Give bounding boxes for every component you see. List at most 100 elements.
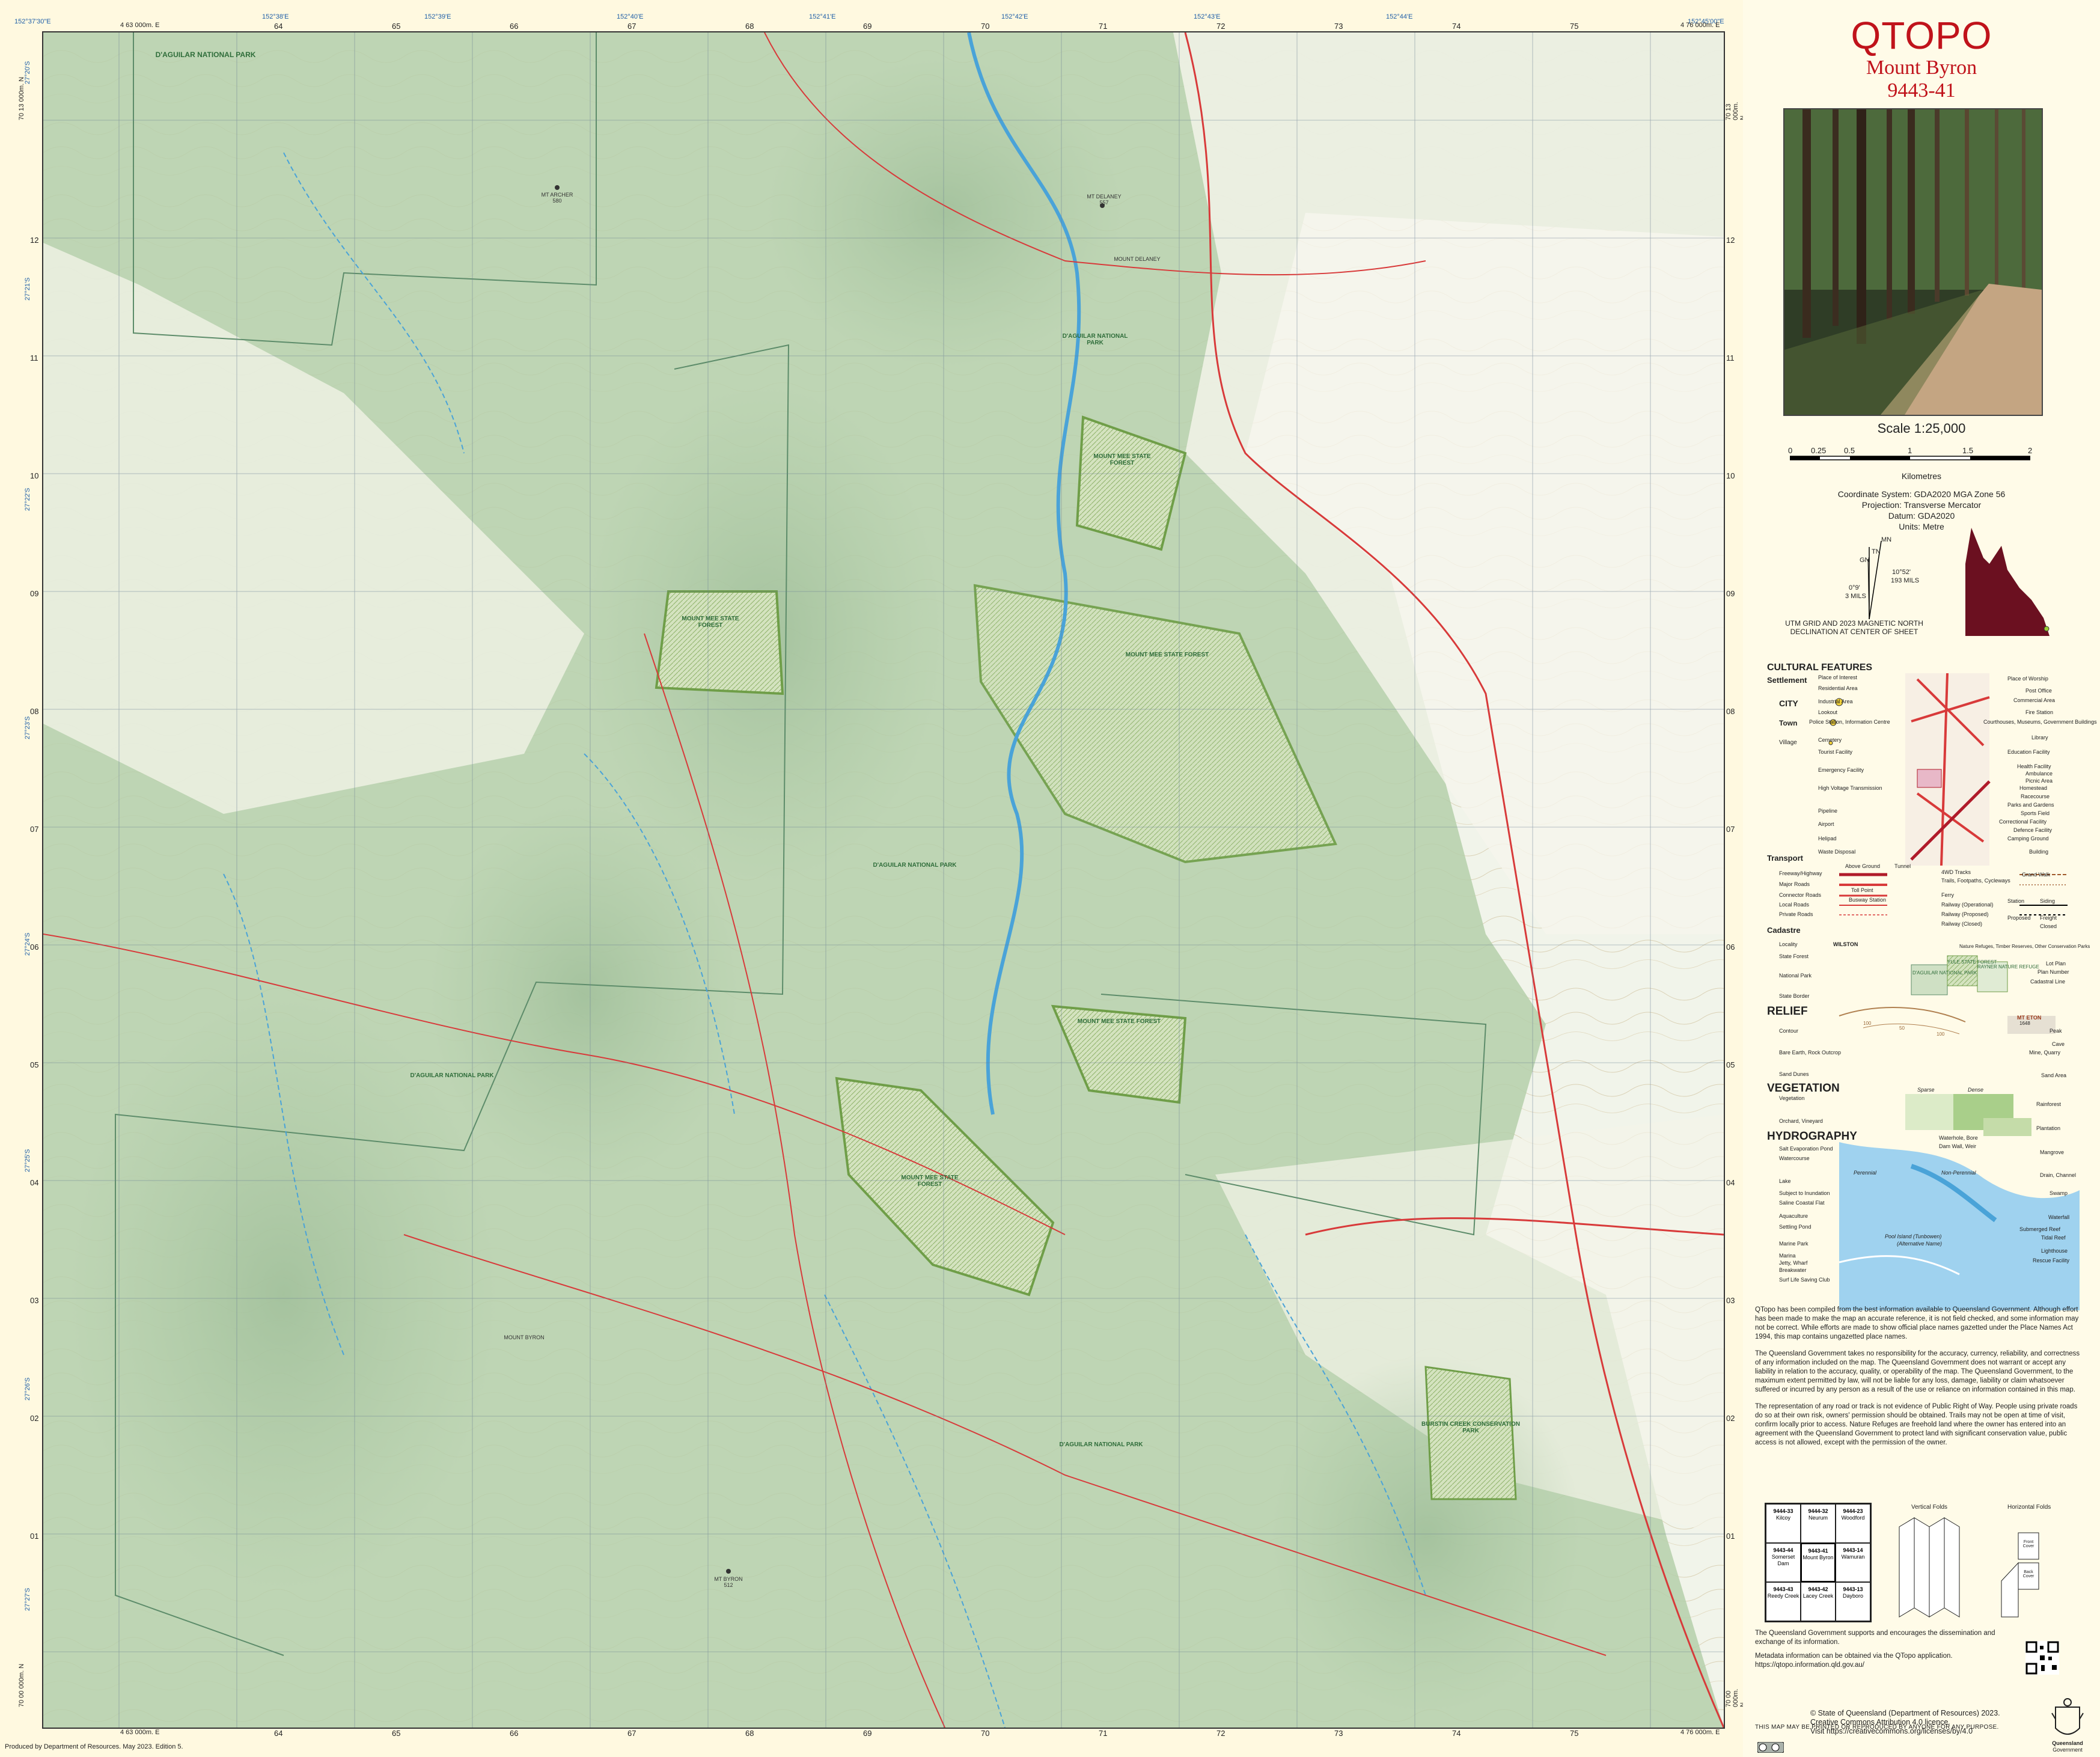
cadastre-3: State Border [1779, 993, 1810, 999]
sheet-num: 9444-23 [1843, 1508, 1863, 1514]
legend-relief: RELIEF [1767, 1005, 1808, 1018]
legend-vegetation: VEGETATION [1767, 1082, 1840, 1095]
map-frame[interactable]: D'AGUILAR NATIONAL PARK MT ARCHER 580 MT … [42, 31, 1725, 1729]
northing-bottom-left: 70 00 000m. N [18, 1663, 25, 1707]
relief-right-2: Mine, Quarry [2029, 1050, 2061, 1056]
datum: Datum: GDA2020 [1888, 511, 1955, 521]
scale-tick-025: 0.25 [1811, 446, 1827, 455]
mt-delaney-name: MT DELANEY [1087, 194, 1122, 200]
transport-3: Local Roads [1779, 902, 1810, 908]
qr-code-icon[interactable] [2025, 1641, 2059, 1675]
adjoining-sheet[interactable]: 9443-44 Somerset Dam [1766, 1543, 1801, 1582]
cadastre-right-1: Lot Plan [2046, 961, 2066, 967]
northing-02-left: 02 [30, 1414, 39, 1423]
legend-left-1: Residential Area [1818, 685, 1858, 691]
hydro-4: Saline Coastal Flat [1779, 1200, 1825, 1206]
crest-line-1: Queensland [2052, 1740, 2083, 1746]
northing-05-right: 05 [1726, 1060, 1735, 1069]
transport-right-8: Siding [2040, 898, 2056, 904]
sheet-title: Woodford [1841, 1515, 1865, 1521]
coordinate-system: Coordinate System: GDA2020 MGA Zone 56 [1837, 489, 2006, 499]
transport-right-10: Freight [2040, 915, 2057, 921]
adjoining-sheet[interactable]: 9443-43 Reedy Creek [1766, 1582, 1801, 1621]
legend-right-6: Education Facility [2007, 749, 2050, 755]
northing-06-right: 06 [1726, 943, 1735, 952]
copyright-line-2: Creative Commons Attribution 4.0 licence… [1810, 1718, 1950, 1726]
easting-66-top: 66 [510, 22, 519, 31]
cover-photo [1783, 108, 2043, 416]
horizontal-folds-label: Horizontal Folds [2007, 1504, 2051, 1511]
sheet-num: 9443-14 [1843, 1547, 1863, 1553]
easting-last-top: 4 76 000m. E [1680, 22, 1720, 29]
adjoining-sheet[interactable]: 9444-32 Neurum [1801, 1504, 1836, 1543]
decl-grid: 0°9' [1849, 584, 1860, 591]
topographic-map [43, 32, 1724, 1728]
decl-mag: 10°52' [1892, 569, 1911, 576]
declination-note: UTM GRID AND 2023 MAGNETIC NORTH DECLINA… [1785, 619, 1923, 636]
hydro-9: Jetty, Wharf [1779, 1260, 1808, 1266]
copyright-line-3[interactable]: Visit https://creativecommons.org/licens… [1810, 1727, 2000, 1736]
northing-04-right: 04 [1726, 1178, 1735, 1187]
legend-right-0: Place of Worship [2007, 676, 2048, 682]
legend-transport: Transport [1767, 854, 1803, 863]
decl-gn: GN [1860, 557, 1870, 564]
cadastre-locality-example: WILSTON [1833, 941, 1858, 947]
hydro-5: Aquaculture [1779, 1213, 1809, 1219]
hydro-8: Marina [1779, 1253, 1796, 1259]
adjoining-sheet[interactable]: 9444-23 Woodford [1836, 1504, 1870, 1543]
scale-tick-0: 0 [1788, 446, 1793, 455]
sheet-number: 9443-41 [1887, 79, 1956, 102]
legend-right-12: Parks and Gardens [2007, 802, 2054, 808]
folding-diagram: Vertical Folds Horizontal Folds Front Co… [1887, 1503, 2080, 1620]
lat-label-7: 27°26'S [24, 1377, 31, 1401]
northing-08-right: 08 [1726, 707, 1735, 716]
state-forest-3 [655, 590, 784, 695]
legend-right-17: Building [2029, 849, 2049, 855]
hydro-mid-3: Non-Perennial [1941, 1170, 1976, 1176]
northing-10-right: 10 [1726, 471, 1735, 480]
easting-first-top: 4 63 000m. E [120, 22, 160, 29]
decl-grid-mils: 3 MILS [1845, 593, 1866, 600]
support-note-2[interactable]: Metadata information can be obtained via… [1755, 1652, 2013, 1670]
legend-right-11: Racecourse [2021, 793, 2050, 799]
adjoining-sheet[interactable]: 9443-42 Lacey Creek [1801, 1582, 1836, 1621]
northing-02-right: 02 [1726, 1414, 1735, 1423]
top-minute-3: 152°40'E [617, 13, 644, 20]
support-notes: The Queensland Government supports and e… [1755, 1629, 2013, 1675]
hydro-right-7: Rescue Facility [2033, 1257, 2070, 1264]
vegetation-1: Orchard, Vineyard [1779, 1118, 1823, 1124]
cadastre-box-0: D'AGUILAR NATIONAL PARK [1912, 970, 1977, 976]
hydro-right-0: Mangrove [2040, 1149, 2065, 1155]
label-mount-mee-sf-3: MOUNT MEE STATE FOREST [1125, 652, 1209, 658]
peak-mt-archer [555, 185, 560, 190]
mt-archer-height: 580 [552, 198, 562, 204]
sheet-num: 9443-44 [1773, 1547, 1793, 1553]
legend-right-9: Picnic Area [2025, 778, 2053, 784]
disclaimer: QTopo has been compiled from the best in… [1755, 1306, 2087, 1455]
top-minute-6: 152°43'E [1194, 13, 1221, 20]
northing-05-left: 05 [30, 1060, 39, 1069]
map-sheet: 152°37'30"E 152°45'00"E 152°38'E 152°39'… [0, 0, 1747, 1757]
adjoining-sheet[interactable]: 9443-13 Dayboro [1836, 1582, 1870, 1621]
top-minute-4: 152°41'E [809, 13, 836, 20]
legend-symbols [1828, 673, 2080, 1310]
legend-right-7: Health Facility [2017, 763, 2051, 769]
mt-delaney-height: 557 [1099, 200, 1109, 206]
lat-label-3: 27°22'S [24, 487, 31, 511]
sheet-title: Dayboro [1842, 1593, 1864, 1599]
northing-09-right: 09 [1726, 589, 1735, 598]
legend-left-4: Police Station, Information Centre [1809, 719, 1890, 725]
hydro-mid-2: Perennial [1854, 1170, 1877, 1176]
transport-right-6: Grand Walk [2022, 872, 2051, 878]
legend-right-5: Library [2031, 735, 2048, 741]
adjoining-sheet[interactable]: 9443-14 Wamuran [1836, 1543, 1870, 1582]
legend-left-11: Helipad [1818, 836, 1837, 842]
transport-right-2: Ferry [1941, 892, 1954, 898]
sheet-title: Wamuran [1841, 1554, 1865, 1560]
easting-75-top: 75 [1570, 22, 1579, 31]
lat-label-2: 27°21'S [24, 277, 31, 301]
fold-illustration [1899, 1517, 2039, 1618]
scale-label: Scale 1:25,000 [1877, 421, 1966, 436]
scale-unit: Kilometres [1901, 471, 1942, 481]
adjoining-sheet[interactable]: 9444-33 Kilcoy [1766, 1504, 1801, 1543]
